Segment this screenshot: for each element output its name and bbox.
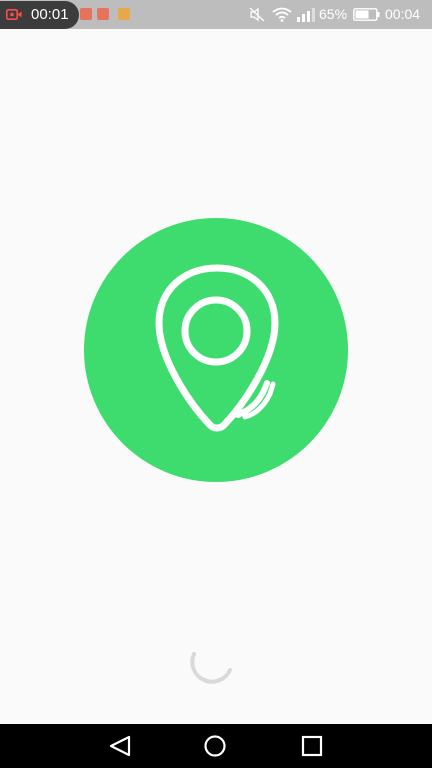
mute-icon (249, 7, 265, 22)
back-icon[interactable] (108, 735, 132, 757)
notification-icon (118, 8, 130, 20)
spinner-icon (190, 652, 232, 684)
battery-percent: 65% (319, 6, 348, 22)
battery-icon (353, 8, 380, 21)
notification-icon (97, 8, 109, 20)
signal-icon (297, 8, 315, 22)
status-clock: 00:04 (385, 6, 421, 22)
location-pin-icon (155, 264, 279, 432)
recents-icon[interactable] (301, 735, 323, 757)
notification-icon (80, 8, 92, 20)
screen-record-icon (6, 9, 22, 20)
status-bar: 00:01 65% 00:04 (0, 0, 432, 29)
home-icon[interactable] (203, 734, 227, 758)
recording-timer: 00:01 (31, 6, 69, 23)
wifi-icon (272, 7, 292, 22)
screen-record-indicator[interactable]: 00:01 (0, 1, 79, 29)
